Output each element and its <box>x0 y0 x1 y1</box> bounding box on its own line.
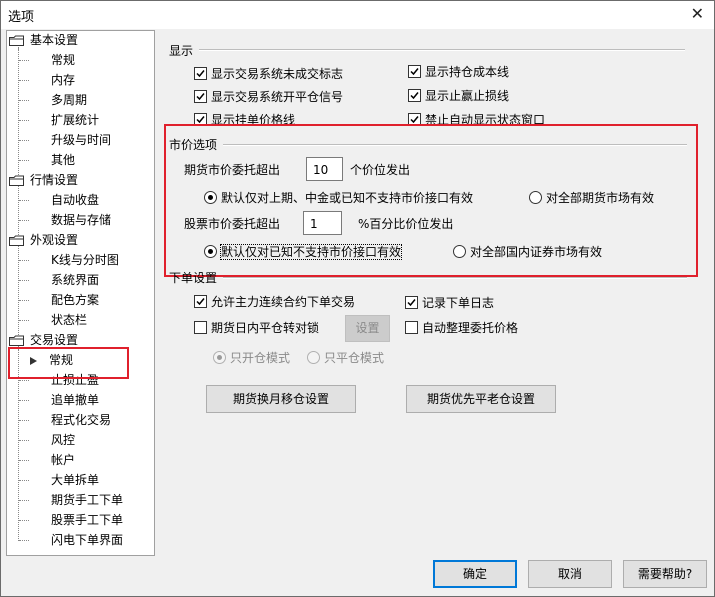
cancel-button[interactable]: 取消 <box>528 560 612 588</box>
lock-settings-button[interactable]: 设置 <box>345 315 390 342</box>
tree-item-large-order-split[interactable]: 大单拆单 <box>49 471 101 489</box>
window-title: 选项 <box>8 10 35 25</box>
tree-group-basic[interactable]: 基本设置 <box>9 31 80 49</box>
futures-default-radio[interactable]: 默认仅对上期、中金或已知不支持市价接口有效 <box>204 189 473 207</box>
tree-item-auto-close[interactable]: 自动收盘 <box>49 191 101 209</box>
show-position-cost-line-checkbox[interactable]: 显示持仓成本线 <box>408 63 509 81</box>
tree-item-programmatic[interactable]: 程式化交易 <box>49 411 113 429</box>
tree-item-upgrade-time[interactable]: 升级与时间 <box>49 131 113 149</box>
futures-market-label: 期货市价委托超出 <box>184 163 281 177</box>
tree-item-kline-timeshare[interactable]: K线与分时图 <box>49 251 121 269</box>
show-stop-profit-loss-line-checkbox[interactable]: 显示止赢止损线 <box>408 87 509 105</box>
stock-all-market-radio[interactable]: 对全部国内证券市场有效 <box>453 243 602 261</box>
futures-all-market-radio[interactable]: 对全部期货市场有效 <box>529 189 654 207</box>
settings-tree: 基本设置 常规 内存 多周期 扩展统计 升级与时间 其他 行情设置 自动收盘 数… <box>6 30 155 556</box>
futures-suffix-label: 个价位发出 <box>350 163 411 177</box>
stock-market-label: 股票市价委托超出 <box>184 217 281 231</box>
tree-group-market[interactable]: 行情设置 <box>9 171 80 189</box>
tree-item-color-scheme[interactable]: 配色方案 <box>49 291 101 309</box>
record-order-log-checkbox[interactable]: 记录下单日志 <box>405 294 494 312</box>
auto-adjust-price-checkbox[interactable]: 自动整理委托价格 <box>405 319 518 337</box>
show-unfilled-mark-checkbox[interactable]: 显示交易系统未成交标志 <box>194 65 343 83</box>
tree-item-system-ui[interactable]: 系统界面 <box>49 271 101 289</box>
intraday-lock-checkbox[interactable]: 期货日内平仓转对锁 <box>194 319 319 337</box>
display-header: 显示 <box>169 44 194 58</box>
show-open-close-signal-checkbox[interactable]: 显示交易系统开平仓信号 <box>194 88 343 106</box>
folder-icon <box>9 35 24 46</box>
futures-ticks-input[interactable]: 10 <box>306 157 343 181</box>
futures-rollover-button[interactable]: 期货换月移仓设置 <box>206 385 356 413</box>
help-button[interactable]: 需要帮助? <box>623 560 707 588</box>
tree-item-multiperiod[interactable]: 多周期 <box>49 91 89 109</box>
tree-item-flash-order-ui[interactable]: 闪电下单界面 <box>49 531 125 549</box>
title-bar: 选项 ✕ <box>1 1 714 29</box>
close-icon[interactable]: ✕ <box>691 4 704 23</box>
market-options-header: 市价选项 <box>169 138 218 152</box>
order-settings-header: 下单设置 <box>169 271 218 285</box>
tree-item-account[interactable]: 帐户 <box>49 451 77 469</box>
allow-main-contract-checkbox[interactable]: 允许主力连续合约下单交易 <box>194 293 355 311</box>
close-old-first-button[interactable]: 期货优先平老仓设置 <box>406 385 556 413</box>
stock-default-radio[interactable]: 默认仅对已知不支持市价接口有效 <box>204 243 403 261</box>
tree-item-futures-manual[interactable]: 期货手工下单 <box>49 491 125 509</box>
stock-percent-input[interactable]: 1 <box>303 211 342 235</box>
selected-highlight <box>8 347 129 379</box>
tree-item-memory[interactable]: 内存 <box>49 71 77 89</box>
tree-item-risk-control[interactable]: 风控 <box>49 431 77 449</box>
tree-item-stock-manual[interactable]: 股票手工下单 <box>49 511 125 529</box>
options-dialog: 选项 ✕ 基本设置 常规 内存 多周期 扩展统计 升级与时间 其他 行情设置 自… <box>0 0 715 597</box>
tree-item-status-bar[interactable]: 状态栏 <box>49 311 89 329</box>
tree-item-general[interactable]: 常规 <box>49 51 77 69</box>
close-only-mode-radio[interactable]: 只平仓模式 <box>307 349 384 367</box>
folder-icon <box>9 175 24 186</box>
open-only-mode-radio[interactable]: 只开仓模式 <box>213 349 290 367</box>
folder-icon <box>9 235 24 246</box>
stock-suffix-label: %百分比价位发出 <box>358 217 454 231</box>
tree-item-extended-stats[interactable]: 扩展统计 <box>49 111 101 129</box>
tree-group-appearance[interactable]: 外观设置 <box>9 231 80 249</box>
tree-item-other[interactable]: 其他 <box>49 151 77 169</box>
tree-item-data-storage[interactable]: 数据与存储 <box>49 211 113 229</box>
tree-item-chase-cancel[interactable]: 追单撤单 <box>49 391 101 409</box>
ok-button[interactable]: 确定 <box>433 560 517 588</box>
folder-icon <box>9 335 24 346</box>
